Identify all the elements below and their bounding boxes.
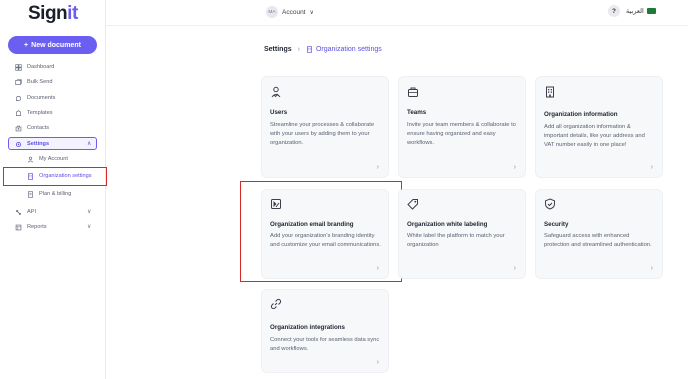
top-bar: MA Account ∨ ? العربية (106, 0, 688, 26)
chevron-right-icon: › (513, 164, 516, 171)
logo-text: Sign (28, 3, 68, 24)
breadcrumb-current-label: Organization settings (315, 46, 382, 53)
card-description: Streamline your processes & collaborate … (270, 122, 375, 146)
new-document-label: New document (31, 41, 81, 49)
sidebar-item-label: Organization settings (39, 173, 92, 179)
card-description: Add all organization information & impor… (544, 124, 645, 148)
chevron-down-icon[interactable]: ∨ (87, 223, 91, 230)
sidebar: Signit + New document Dashboard Bulk Sen… (0, 0, 107, 379)
sidebar-item-label: Contacts (27, 125, 50, 131)
card-description: White label the platform to match your o… (407, 233, 505, 248)
flag-icon (646, 8, 656, 14)
sidebar-item-label: Plan & billing (39, 191, 72, 197)
language-label: العربية (626, 8, 644, 15)
tag-icon (407, 197, 419, 210)
user-icon (26, 155, 34, 163)
sidebar-item-my-account[interactable]: My Account (26, 153, 68, 165)
grid-icon (14, 63, 22, 71)
building-icon (307, 46, 312, 53)
chevron-right-icon: › (297, 46, 300, 53)
sidebar-item-label: API (27, 209, 37, 215)
chevron-down-icon[interactable]: ∨ (87, 208, 91, 215)
api-icon (14, 208, 22, 216)
sidebar-item-label: Dashboard (27, 64, 55, 70)
billing-icon (26, 190, 34, 198)
account-label: Account (282, 8, 306, 16)
account-menu[interactable]: MA Account ∨ (266, 6, 314, 18)
building-icon (26, 172, 34, 180)
card-title: Organization information (544, 111, 618, 118)
shield-icon (544, 197, 556, 210)
sidebar-item-contacts[interactable]: Contacts (14, 122, 49, 134)
card-description: Invite your team members & collaborate t… (407, 122, 516, 146)
users-icon (270, 85, 282, 98)
briefcase-icon (407, 85, 419, 97)
sidebar-item-api[interactable]: API (14, 206, 36, 218)
card-teams[interactable]: Teams Invite your team members & collabo… (398, 76, 526, 178)
annotation-highlight-email-branding (240, 181, 402, 282)
breadcrumb-current: Organization settings (306, 46, 382, 53)
sidebar-item-label: My Account (39, 156, 68, 162)
card-organization-white-labeling[interactable]: Organization white labeling White label … (398, 189, 526, 279)
bulk-send-icon (14, 78, 22, 86)
logo-accent-text: it (67, 3, 78, 24)
gear-icon (14, 140, 22, 148)
sidebar-item-label: Reports (27, 224, 47, 230)
templates-icon (14, 109, 22, 117)
card-title: Teams (407, 109, 427, 116)
chevron-right-icon: › (376, 359, 379, 366)
sidebar-item-label: Templates (27, 110, 53, 116)
card-organization-integrations[interactable]: Organization integrations Connect your t… (261, 289, 389, 373)
app-root: Signit + New document Dashboard Bulk Sen… (0, 0, 688, 379)
card-title: Organization white labeling (407, 221, 488, 228)
chevron-right-icon: › (376, 164, 379, 171)
sidebar-item-templates[interactable]: Templates (14, 107, 53, 119)
plus-icon: + (24, 41, 29, 49)
card-description: Safeguard access with enhanced protectio… (544, 233, 652, 248)
sidebar-item-reports[interactable]: Reports (14, 221, 47, 233)
breadcrumb: Settings › Organization settings (264, 46, 382, 53)
new-document-button[interactable]: + New document (8, 36, 97, 54)
breadcrumb-root[interactable]: Settings (264, 46, 292, 53)
sidebar-item-plan-billing[interactable]: Plan & billing (26, 188, 71, 200)
language-switch[interactable]: العربية (626, 7, 656, 15)
card-title: Users (270, 109, 288, 116)
sidebar-item-label: Documents (27, 95, 56, 101)
help-button[interactable]: ? (608, 5, 620, 17)
sidebar-item-dashboard[interactable]: Dashboard (14, 61, 54, 73)
sidebar-item-organization-settings[interactable]: Organization settings (26, 170, 92, 182)
avatar: MA (266, 6, 278, 18)
sidebar-item-documents[interactable]: Documents (14, 92, 55, 104)
card-organization-information[interactable]: Organization information Add all organiz… (535, 76, 663, 178)
chevron-up-icon[interactable]: ∧ (87, 140, 91, 147)
card-description: Connect your tools for seamless data syn… (270, 337, 380, 352)
sidebar-item-bulk-send[interactable]: Bulk Send (14, 76, 53, 88)
sidebar-item-settings[interactable]: Settings (14, 138, 49, 150)
link-icon (270, 297, 282, 310)
sidebar-item-label: Bulk Send (27, 79, 53, 85)
chevron-right-icon: › (650, 164, 653, 171)
card-title: Security (544, 221, 569, 228)
chevron-right-icon: › (650, 265, 653, 272)
reports-icon (14, 223, 22, 231)
documents-icon (14, 94, 22, 102)
card-security[interactable]: Security Safeguard access with enhanced … (535, 189, 663, 279)
chevron-down-icon: ∨ (309, 9, 314, 16)
building-info-icon (544, 85, 556, 98)
app-logo[interactable]: Signit (28, 3, 78, 25)
card-users[interactable]: Users Streamline your processes & collab… (261, 76, 389, 178)
chevron-right-icon: › (513, 265, 516, 272)
contacts-icon (14, 124, 22, 132)
card-title: Organization integrations (270, 324, 345, 331)
sidebar-item-label: Settings (27, 141, 50, 147)
